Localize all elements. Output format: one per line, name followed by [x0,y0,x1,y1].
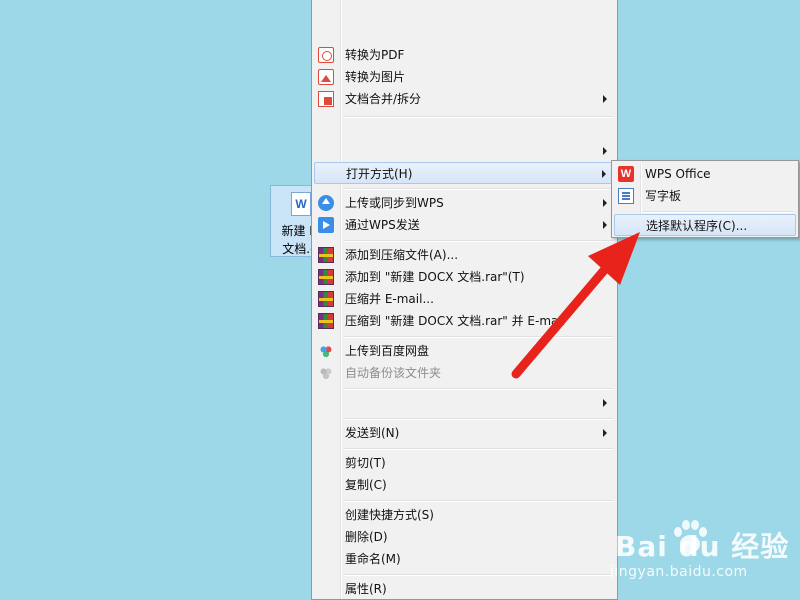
winrar-icon [318,269,334,285]
submenu-arrow-icon [603,399,607,407]
submenu-arrow-icon [603,95,607,103]
menu-item-delete[interactable]: 删除(D) [314,526,615,548]
context-menu: 转换为PDF 转换为图片 文档合并/拆分 打开方式(H) 上传或同步到WPS 通… [311,0,618,600]
submenu-item-wordpad[interactable]: 写字板 [614,185,796,207]
menu-item-upload-baidu[interactable]: 上传到百度网盘 [314,340,615,362]
pdf-convert-icon [318,47,334,63]
menu-item-label: 上传或同步到WPS [345,196,444,210]
submenu-item-label: WPS Office [645,167,711,181]
submenu-arrow-icon [603,429,607,437]
menu-item-merge-split[interactable]: 文档合并/拆分 [314,88,615,110]
watermark-url: jingyan.baidu.com [610,564,748,580]
winrar-icon [318,313,334,329]
winrar-icon [318,291,334,307]
winrar-icon [318,247,334,263]
menu-item-label: 剪切(T) [345,456,386,470]
menu-item-wps-send[interactable]: 通过WPS发送 [314,214,615,236]
submenu-item-choose-default[interactable]: 选择默认程序(C)... [614,214,796,236]
word-document-icon: W [291,192,311,216]
menu-separator [343,500,613,502]
menu-item-add-to-rar[interactable]: 添加到 "新建 DOCX 文档.rar"(T) [314,266,615,288]
menu-item-copy[interactable]: 复制(C) [314,474,615,496]
submenu-item-label: 选择默认程序(C)... [646,219,748,233]
submenu-item-wps-office[interactable]: W WPS Office [614,163,796,185]
menu-item-cut[interactable]: 剪切(T) [314,452,615,474]
wps-cloud-icon [318,195,334,211]
submenu-arrow-icon [603,199,607,207]
menu-item-open-with[interactable]: 打开方式(H) [314,162,615,184]
open-with-submenu: W WPS Office 写字板 选择默认程序(C)... [611,160,799,238]
submenu-arrow-icon [603,221,607,229]
baidu-netdisk-icon [318,343,334,359]
menu-item-label: 打开方式(H) [346,167,413,181]
menu-item-rename[interactable]: 重命名(M) [314,548,615,570]
baidu-netdisk-icon [318,365,334,381]
menu-item-label: 压缩到 "新建 DOCX 文档.rar" 并 E-mail [345,314,566,328]
submenu-arrow-icon [603,147,607,155]
menu-item-convert-pdf[interactable]: 转换为PDF [314,44,615,66]
menu-item-label: 重命名(M) [345,552,401,566]
menu-item-label: 转换为PDF [345,48,405,62]
merge-split-icon [318,91,334,107]
submenu-arrow-icon [602,170,606,178]
menu-item-blank-submenu-2[interactable] [314,392,615,414]
menu-item-label: 上传到百度网盘 [345,344,430,358]
menu-item-label: 属性(R) [345,582,387,596]
image-convert-icon [318,69,334,85]
wps-office-icon: W [618,166,634,182]
wps-send-icon [318,217,334,233]
menu-separator [343,418,613,420]
menu-item-label: 通过WPS发送 [345,218,420,232]
menu-separator [343,188,613,190]
menu-item-label: 压缩并 E-mail... [345,292,434,306]
menu-separator [343,574,613,576]
menu-item-create-shortcut[interactable]: 创建快捷方式(S) [314,504,615,526]
menu-separator [643,211,793,213]
menu-item-label: 添加到压缩文件(A)... [345,248,459,262]
menu-item-add-archive[interactable]: 添加到压缩文件(A)... [314,244,615,266]
menu-item-label: 删除(D) [345,530,388,544]
menu-separator [343,240,613,242]
baidu-jingyan-watermark: Bai du 经验 jingyan.baidu.com [610,520,790,590]
watermark-brand: Bai du 经验 [615,530,790,563]
menu-separator [343,388,613,390]
menu-separator [343,448,613,450]
menu-item-blank-submenu[interactable] [314,140,615,162]
wordpad-icon [618,188,634,204]
menu-item-properties[interactable]: 属性(R) [314,578,615,600]
menu-item-upload-wps[interactable]: 上传或同步到WPS [314,192,615,214]
menu-item-label: 自动备份该文件夹 [345,366,442,380]
submenu-item-label: 写字板 [645,189,682,203]
menu-separator [343,116,613,118]
menu-item-label: 复制(C) [345,478,387,492]
menu-item-convert-image[interactable]: 转换为图片 [314,66,615,88]
menu-item-label: 文档合并/拆分 [345,92,422,106]
menu-item-label: 创建快捷方式(S) [345,508,434,522]
menu-separator [343,336,613,338]
menu-item-label: 发送到(N) [345,426,400,440]
menu-item-compress-to-rar-email[interactable]: 压缩到 "新建 DOCX 文档.rar" 并 E-mail [314,310,615,332]
menu-item-compress-email[interactable]: 压缩并 E-mail... [314,288,615,310]
menu-item-label: 转换为图片 [345,70,406,84]
menu-item-auto-backup: 自动备份该文件夹 [314,362,615,384]
menu-item-label: 添加到 "新建 DOCX 文档.rar"(T) [345,270,525,284]
menu-item-send-to[interactable]: 发送到(N) [314,422,615,444]
